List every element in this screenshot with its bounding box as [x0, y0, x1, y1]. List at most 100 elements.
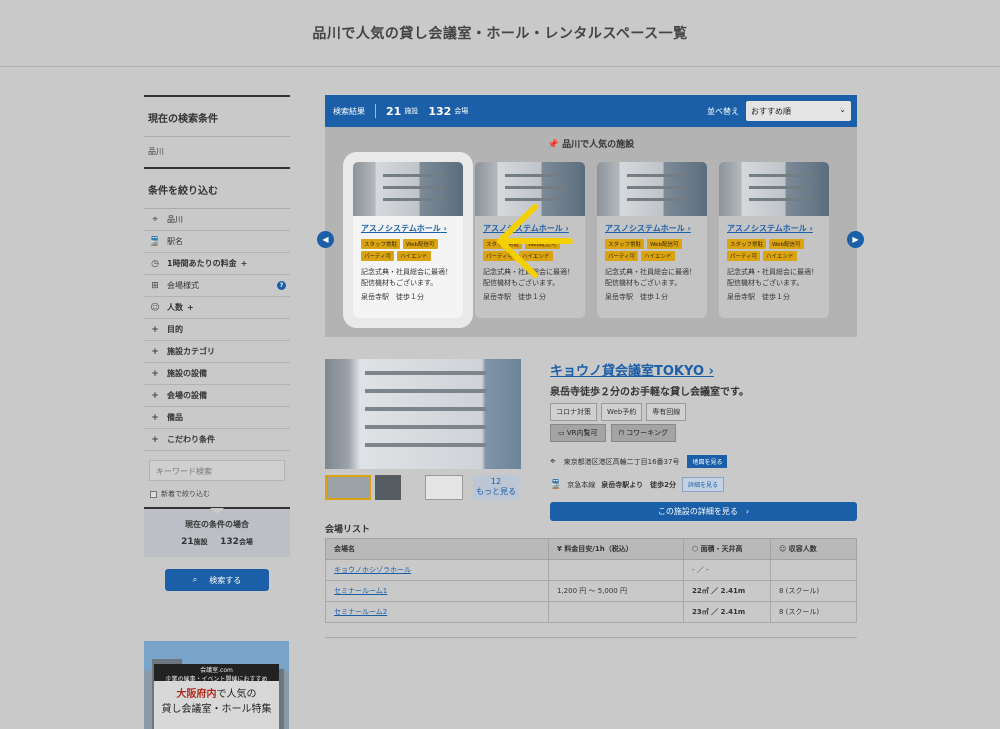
- filter-label: 施設カテゴリ: [167, 347, 215, 356]
- banner-line1: で人気の: [216, 689, 257, 700]
- facility-count: 21: [181, 537, 194, 547]
- divider: [375, 104, 376, 118]
- venue-area: 23㎡ ／ 2.41m: [683, 601, 771, 623]
- venue-price: 1,200 円 〜 5,000 円: [548, 580, 684, 602]
- layout-icon: ⊞: [151, 280, 159, 291]
- new-only-label: 新着で絞り込む: [161, 490, 210, 498]
- search-button[interactable]: ⌕ 検索する: [165, 569, 269, 591]
- filter-layout[interactable]: ⊞ 会場様式 ?: [144, 275, 290, 297]
- facility-address: ⌖ 東京都港区港区高輪二丁目16番37号 地図を見る: [550, 455, 728, 468]
- facility-detail-button[interactable]: この施設の詳細を見る ›: [550, 502, 857, 521]
- current-conditions-heading: 現在の検索条件: [144, 95, 290, 137]
- filter-label: 駅名: [167, 237, 183, 246]
- results-facility-unit: 施設: [404, 107, 419, 115]
- banner-highlight: 大阪府内: [176, 689, 217, 700]
- filter-purpose[interactable]: + 目的: [144, 319, 290, 341]
- facility-tags: コロナ対策 Web予約 専有回線: [550, 403, 687, 421]
- table-row: セミナールーム2 23㎡ ／ 2.41m 8 (スクール): [325, 601, 857, 623]
- condition-summary-title: 現在の条件の場合: [185, 520, 249, 529]
- results-facility-count: 21: [386, 104, 402, 118]
- col-capacity: ☺ 収容人数: [770, 538, 857, 560]
- thumbnail[interactable]: [325, 475, 371, 500]
- banner-line2: 貸し会議室・ホール特集: [161, 704, 272, 715]
- carousel-next-button[interactable]: ▶: [847, 231, 864, 248]
- facility-main-photo[interactable]: [325, 359, 521, 469]
- facility-card-name[interactable]: アスノシステムホール ›: [605, 223, 699, 234]
- facility-card[interactable]: アスノシステムホール › スタッフ常駐 Web配信可 パーティ可 ハイエンド 記…: [597, 162, 707, 318]
- venue-list-title: 会場リスト: [325, 525, 371, 535]
- train-icon: 🚆: [550, 479, 562, 490]
- promo-banner[interactable]: 会議室.com 企業の催事・イベント開催におすすめ 大阪府内で人気の 貸し会議室…: [144, 641, 289, 729]
- filter-station[interactable]: 🚆 駅名: [144, 231, 290, 253]
- filter-area[interactable]: ⌖ 品川: [144, 209, 290, 231]
- filter-people[interactable]: ☺ 人数 +: [144, 297, 290, 319]
- facility-unit: 施設: [193, 538, 208, 546]
- venue-capacity: 8 (スクール): [770, 601, 857, 623]
- facility-card[interactable]: アスノシステムホール › スタッフ常駐 Web配信可 パーティ可 ハイエンド 記…: [719, 162, 829, 318]
- facility-card[interactable]: アスノシステムホール › スタッフ常駐 Web配信可 パーティ可 ハイエンド 記…: [353, 162, 463, 318]
- venue-name[interactable]: セミナールーム1: [325, 580, 549, 602]
- facility-card-station: 泉岳寺駅 徒歩１分: [605, 293, 668, 301]
- filter-category[interactable]: + 施設カテゴリ: [144, 341, 290, 363]
- filter-label: 施設の設備: [167, 369, 207, 378]
- more-label: もっと見る: [476, 487, 516, 496]
- filter-preferences[interactable]: + こだわり条件: [144, 429, 290, 451]
- venue-capacity: [770, 559, 857, 581]
- filter-supplies[interactable]: + 備品: [144, 407, 290, 429]
- tag: スタッフ常駐: [605, 239, 645, 249]
- clock-icon: ◷: [151, 258, 159, 269]
- carousel-prev-button[interactable]: ◀: [317, 231, 334, 248]
- help-icon[interactable]: ?: [277, 281, 286, 290]
- filter-venue-equipment[interactable]: + 会場の設備: [144, 385, 290, 407]
- venue-name[interactable]: セミナールーム2: [325, 601, 549, 623]
- line-name: 京急本線: [567, 480, 596, 489]
- table-row: セミナールーム1 1,200 円 〜 5,000 円 22㎡ ／ 2.41m 8…: [325, 580, 857, 602]
- facility-card-name[interactable]: アスノシステムホール ›: [727, 223, 821, 234]
- banner-text: 大阪府内で人気の 貸し会議室・ホール特集: [154, 681, 279, 729]
- condition-summary-counts: 21施設 132会場: [144, 537, 290, 547]
- venue-area: 22㎡ ／ 2.41m: [683, 580, 771, 602]
- facility-card-image: [353, 162, 463, 216]
- tag: パーティ可: [361, 251, 395, 261]
- train-icon: 🚆: [149, 236, 161, 247]
- new-only-checkbox[interactable]: [150, 490, 157, 498]
- facility-card-image: [597, 162, 707, 216]
- tag: スタッフ常駐: [727, 239, 767, 249]
- facility-card-desc: 記念式典・社員総会に最適！ 配信機材もございます。: [727, 268, 818, 287]
- map-button[interactable]: 地図を見る: [687, 455, 728, 468]
- vr-icon: ▭: [558, 429, 567, 437]
- page-header: 品川で人気の貸し会議室・ホール・レンタルスペース一覧: [0, 0, 1000, 67]
- thumbnail[interactable]: [375, 475, 401, 500]
- facility-card-name[interactable]: アスノシステムホール ›: [361, 223, 455, 234]
- col-area: ⬡ 面積・天井高: [683, 538, 771, 560]
- facility-card-tags: スタッフ常駐 Web配信可 パーティ可 ハイエンド: [727, 239, 817, 261]
- banner-logo: 会議室.com: [200, 667, 233, 674]
- tag: Web配信可: [403, 239, 438, 249]
- venue-table: 会場名 ¥ 料金目安/1h（税込） ⬡ 面積・天井高 ☺ 収容人数 キョウノホシ…: [325, 538, 857, 623]
- facility-card-station: 泉岳寺駅 徒歩１分: [361, 293, 424, 301]
- divider: [325, 637, 857, 638]
- expand-plus-icon: +: [240, 259, 248, 268]
- venue-name[interactable]: キョウノホシゾラホール: [325, 559, 549, 581]
- venue-unit: 会場: [238, 538, 253, 546]
- venue-capacity: 8 (スクール): [770, 580, 857, 602]
- facility-name-link[interactable]: キョウノ貸会議室TOKYO ›: [550, 360, 714, 379]
- facility-card-station: 泉岳寺駅 徒歩１分: [727, 293, 790, 301]
- facility-feature-tags: ▭ VR内覧可 ⊓ コワーキング: [550, 424, 676, 442]
- route-details-button[interactable]: 詳細を見る: [681, 477, 724, 492]
- keyword-search-input[interactable]: キーワード検索: [149, 460, 285, 481]
- filter-facility-equipment[interactable]: + 施設の設備: [144, 363, 290, 385]
- thumbnail[interactable]: [425, 475, 463, 500]
- cube-icon: ⬡: [692, 545, 701, 553]
- table-row: キョウノホシゾラホール - ／ -: [325, 559, 857, 581]
- more-photos-button[interactable]: 12 もっと見る: [473, 475, 519, 500]
- pin-icon: 📌: [547, 140, 560, 150]
- people-icon: ☺: [150, 302, 160, 313]
- sort-select[interactable]: おすすめ順 ⌄: [746, 101, 851, 121]
- new-only-filter[interactable]: 新着で絞り込む: [150, 489, 284, 499]
- filter-price[interactable]: ◷ 1時間あたりの料金 +: [144, 253, 290, 275]
- plus-icon: +: [151, 324, 159, 335]
- facility-catchphrase: 泉岳寺徒歩２分のお手軽な貸し会議室です。: [550, 387, 749, 398]
- page-title: 品川で人気の貸し会議室・ホール・レンタルスペース一覧: [312, 26, 688, 42]
- tag: ハイエンド: [763, 251, 797, 261]
